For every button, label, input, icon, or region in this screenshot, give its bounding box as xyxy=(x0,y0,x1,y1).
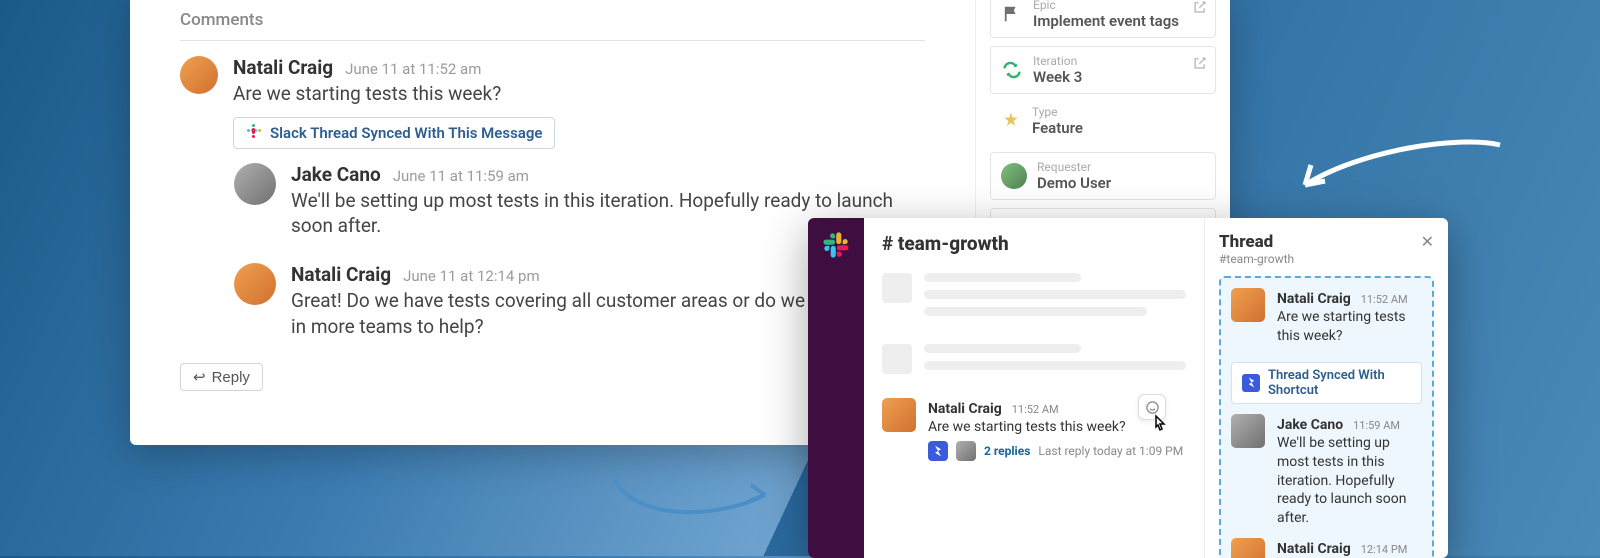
comments-header: Comments xyxy=(180,10,925,41)
avatar xyxy=(234,263,276,305)
avatar xyxy=(180,56,218,94)
message-time: 11:59 AM xyxy=(1353,419,1400,432)
comment-author: Jake Cano xyxy=(291,163,381,186)
channel-name[interactable]: # team-growth xyxy=(882,232,1186,255)
sidebar-iteration[interactable]: Iteration Week 3 xyxy=(990,46,1216,94)
iteration-icon xyxy=(1001,59,1023,81)
popout-icon[interactable] xyxy=(1193,55,1207,74)
decorative-arrow-icon xyxy=(1280,130,1520,220)
message-text: We'll be setting up most tests in this i… xyxy=(1277,434,1422,528)
sidebar-epic[interactable]: Epic Implement event tags xyxy=(990,0,1216,38)
decorative-arrow-icon xyxy=(595,450,795,530)
reply-icon: ↩ xyxy=(193,368,206,386)
avatar xyxy=(1231,288,1265,322)
comment-author: Natali Craig xyxy=(291,263,391,286)
sidebar-type[interactable]: Type Feature xyxy=(990,98,1216,144)
avatar xyxy=(956,441,976,461)
message-text: Are we starting tests this week? xyxy=(928,418,1186,437)
thread-title: Thread xyxy=(1219,232,1294,252)
sidebar-value: Implement event tags xyxy=(1033,12,1179,30)
slack-sidebar xyxy=(808,218,864,558)
skeleton-message xyxy=(882,344,1186,378)
comment: Natali Craig June 11 at 11:52 am Are we … xyxy=(180,56,925,149)
slack-window: # team-growth Natali Craig 11:52 AM Are … xyxy=(808,218,1448,558)
message-author: Natali Craig xyxy=(1277,541,1351,557)
shortcut-sync-badge-label: Thread Synced With Shortcut xyxy=(1268,368,1411,398)
slack-sync-badge[interactable]: Slack Thread Synced With This Message xyxy=(233,117,555,149)
thread-message[interactable]: Natali Craig 11:52 AM Are we starting te… xyxy=(1231,288,1422,346)
avatar xyxy=(1231,414,1265,448)
slack-logo-icon xyxy=(823,232,849,262)
shortcut-app-icon xyxy=(1242,374,1260,392)
message-author: Natali Craig xyxy=(1277,291,1351,307)
shortcut-sync-badge[interactable]: Thread Synced With Shortcut xyxy=(1231,362,1422,404)
shortcut-app-icon xyxy=(928,441,948,461)
sidebar-label: Type xyxy=(1032,105,1083,119)
message-time: 11:52 AM xyxy=(1012,403,1059,416)
message-author: Natali Craig xyxy=(928,401,1002,417)
message-author: Jake Cano xyxy=(1277,417,1343,433)
comment-time: June 11 at 11:59 am xyxy=(393,167,529,185)
comment-author: Natali Craig xyxy=(233,56,333,79)
replies-time: Last reply today at 1:09 PM xyxy=(1038,444,1183,458)
sidebar-value: Demo User xyxy=(1037,174,1111,192)
slack-thread-pane: Thread #team-growth ✕ Natali Craig 11:52… xyxy=(1204,218,1448,558)
slack-channel-pane: # team-growth Natali Craig 11:52 AM Are … xyxy=(864,218,1204,558)
reaction-button[interactable] xyxy=(1138,394,1166,420)
skeleton-message xyxy=(882,273,1186,324)
slack-icon xyxy=(246,123,262,143)
slack-sync-badge-label: Slack Thread Synced With This Message xyxy=(270,124,542,142)
thread-subtitle: #team-growth xyxy=(1219,252,1294,266)
thread-message[interactable]: Jake Cano 11:59 AM We'll be setting up m… xyxy=(1231,414,1422,528)
avatar xyxy=(1001,163,1027,189)
thread-synced-box: Natali Craig 11:52 AM Are we starting te… xyxy=(1219,276,1434,558)
message-time: 12:14 PM xyxy=(1361,543,1408,556)
sidebar-label: Iteration xyxy=(1033,54,1082,68)
avatar xyxy=(1231,538,1265,558)
replies-count: 2 replies xyxy=(984,444,1030,458)
comment-text: Are we starting tests this week? xyxy=(233,81,925,107)
avatar xyxy=(882,398,916,432)
close-icon[interactable]: ✕ xyxy=(1421,232,1434,251)
reply-label: Reply xyxy=(212,369,250,386)
type-icon xyxy=(1000,110,1022,132)
popout-icon[interactable] xyxy=(1193,0,1207,18)
message-time: 11:52 AM xyxy=(1361,293,1408,306)
sidebar-label: Requester xyxy=(1037,160,1111,174)
sidebar-requester[interactable]: Requester Demo User xyxy=(990,152,1216,200)
epic-icon xyxy=(1001,3,1023,25)
comment-time: June 11 at 11:52 am xyxy=(345,60,481,78)
thread-summary[interactable]: 2 replies Last reply today at 1:09 PM xyxy=(928,441,1186,461)
message-text: Are we starting tests this week? xyxy=(1277,308,1422,346)
comment-time: June 11 at 12:14 pm xyxy=(403,267,540,285)
thread-message[interactable]: Natali Craig 12:14 PM xyxy=(1231,538,1422,558)
avatar xyxy=(234,163,276,205)
sidebar-value: Feature xyxy=(1032,119,1083,137)
reply-button[interactable]: ↩ Reply xyxy=(180,363,263,391)
sidebar-label: Epic xyxy=(1033,0,1179,12)
sidebar-value: Week 3 xyxy=(1033,68,1082,86)
